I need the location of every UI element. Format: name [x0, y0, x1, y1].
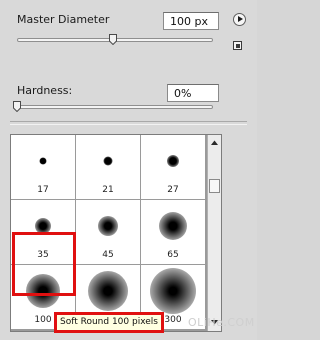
brush-tip-preview [159, 211, 187, 240]
brush-tip-preview [39, 157, 47, 165]
scroll-up-icon[interactable] [209, 137, 220, 149]
brush-preset[interactable]: 65 [141, 200, 205, 264]
hardness-slider-thumb[interactable] [13, 101, 21, 112]
master-diameter-label: Master Diameter [17, 13, 110, 26]
brush-tip-preview [167, 154, 179, 167]
brush-tip-preview [88, 270, 128, 311]
watermark: OLiHe.COM [188, 316, 255, 329]
brush-preset[interactable]: 21 [76, 135, 140, 199]
brush-tip-preview [150, 267, 196, 314]
brush-size-label: 21 [102, 185, 114, 195]
brush-preset[interactable]: 45 [76, 200, 140, 264]
selected-brush-highlight [12, 232, 76, 296]
hardness-field[interactable]: 0% [167, 84, 219, 102]
brush-tip-preview [98, 215, 118, 236]
brush-tooltip: Soft Round 100 pixels [54, 312, 164, 333]
brush-size-label: 45 [102, 250, 114, 260]
brush-size-label: 27 [167, 185, 179, 195]
brush-preset[interactable]: 27 [141, 135, 205, 199]
create-preset-icon[interactable] [233, 41, 242, 50]
flyout-menu-arrow-icon[interactable] [233, 13, 246, 26]
master-diameter-slider-thumb[interactable] [109, 34, 117, 45]
brush-size-label: 65 [167, 250, 179, 260]
brush-size-label: 17 [37, 185, 49, 195]
hardness-slider[interactable] [17, 105, 213, 109]
vertical-scrollbar[interactable] [207, 135, 221, 331]
master-diameter-field[interactable]: 100 px [163, 12, 219, 30]
scrollbar-thumb[interactable] [209, 179, 220, 193]
section-divider [10, 121, 247, 125]
brush-preset[interactable]: 17 [11, 135, 75, 199]
hardness-label: Hardness: [17, 84, 73, 97]
brush-picker-panel: Master Diameter 100 px Hardness: 0% 17 2… [0, 0, 257, 340]
brush-tip-preview [103, 156, 113, 166]
